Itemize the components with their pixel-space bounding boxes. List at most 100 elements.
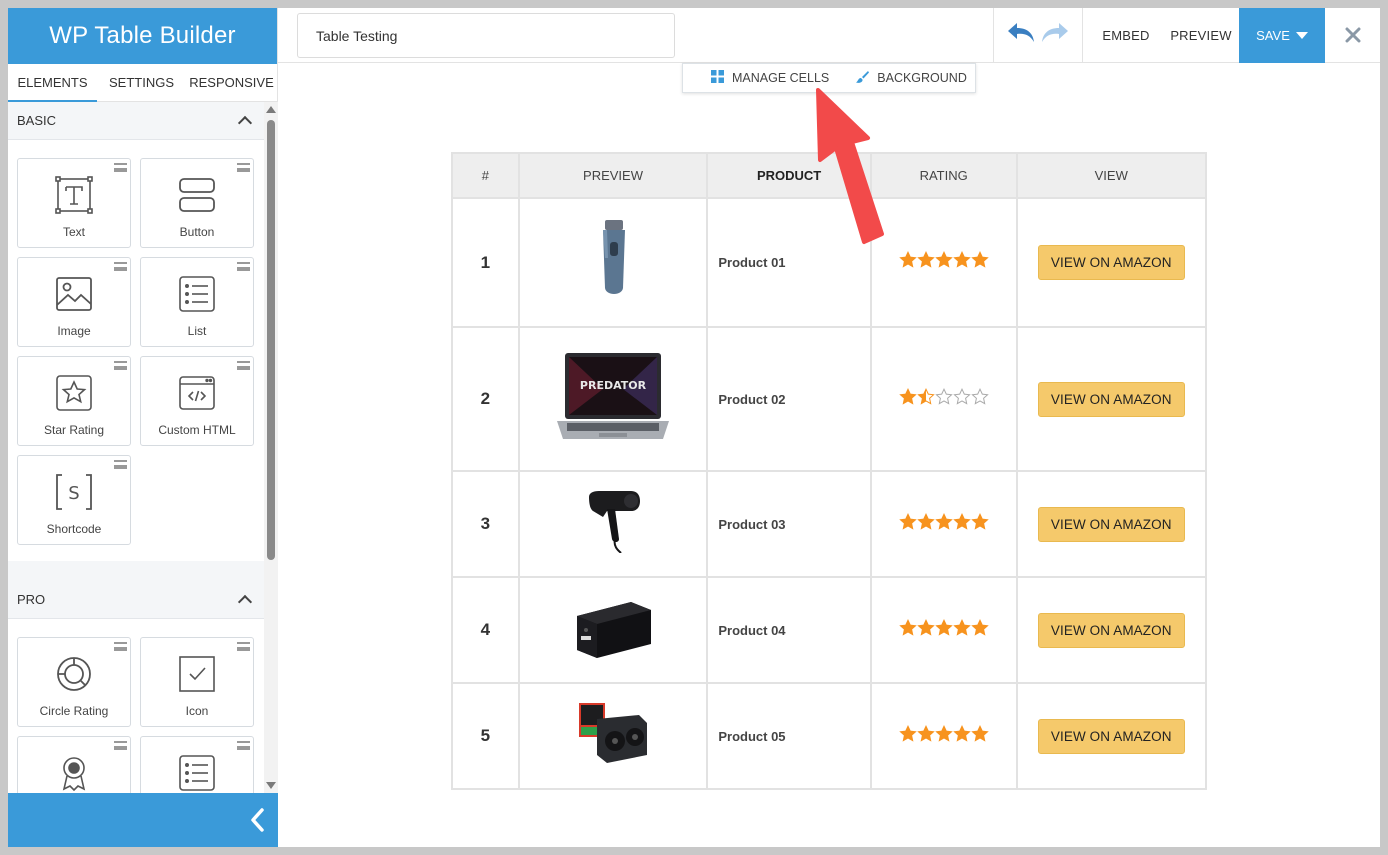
rating-cell[interactable]	[869, 682, 1018, 790]
tab-settings[interactable]: SETTINGS	[97, 64, 186, 101]
drag-handle-icon[interactable]	[114, 361, 127, 370]
tab-elements[interactable]: ELEMENTS	[8, 64, 97, 102]
view-on-amazon-button[interactable]: VIEW ON AMAZON	[1037, 506, 1185, 542]
view-cell: VIEW ON AMAZON	[1015, 197, 1208, 328]
hair-trimmer-image	[593, 220, 633, 306]
view-on-amazon-button[interactable]: VIEW ON AMAZON	[1037, 718, 1185, 754]
chevron-left-icon[interactable]	[248, 807, 268, 833]
element-label: Button	[179, 225, 215, 239]
star-rating	[898, 387, 989, 411]
preview-button[interactable]: PREVIEW	[1164, 8, 1238, 63]
embed-button[interactable]: EMBED	[1090, 8, 1162, 63]
rating-cell[interactable]	[869, 576, 1018, 684]
sidebar-tabs: ELEMENTS SETTINGS RESPONSIVE	[8, 64, 277, 102]
table-row: 4 Product 04 VIEW ON AMAZON	[451, 576, 1208, 684]
undo-redo-group	[994, 8, 1082, 63]
star-half-icon	[916, 387, 935, 411]
scroll-down-icon[interactable]	[266, 782, 276, 789]
drag-handle-icon[interactable]	[237, 361, 250, 370]
section-pro-header[interactable]: PRO	[8, 581, 264, 619]
element-badge[interactable]	[17, 736, 131, 793]
view-on-amazon-button[interactable]: VIEW ON AMAZON	[1037, 612, 1185, 648]
product-name[interactable]: Product 04	[706, 576, 872, 684]
element-icon[interactable]: Icon	[140, 637, 254, 727]
rating-cell[interactable]	[869, 470, 1018, 578]
grid-icon	[711, 70, 724, 86]
rating-cell[interactable]	[869, 197, 1018, 328]
element-image[interactable]: Image	[17, 257, 131, 347]
list-icon	[177, 753, 217, 793]
product-name[interactable]: Product 03	[706, 470, 872, 578]
scroll-thumb[interactable]	[267, 120, 275, 560]
product-name[interactable]: Product 02	[706, 326, 872, 472]
tab-responsive[interactable]: RESPONSIVE	[186, 64, 277, 101]
view-cell: VIEW ON AMAZON	[1015, 682, 1208, 790]
row-number[interactable]: 2	[451, 326, 520, 472]
row-number[interactable]: 1	[451, 197, 520, 328]
header-number[interactable]: #	[451, 152, 520, 199]
view-on-amazon-button[interactable]: VIEW ON AMAZON	[1037, 381, 1185, 417]
element-shortcode[interactable]: S Shortcode	[17, 455, 131, 545]
code-icon	[177, 373, 217, 413]
drag-handle-icon[interactable]	[114, 262, 127, 271]
product-table: # PREVIEW PRODUCT RATING VIEW 1 Product …	[451, 152, 1208, 790]
preview-cell[interactable]	[517, 682, 709, 790]
row-number[interactable]: 4	[451, 576, 520, 684]
sidebar-scrollbar[interactable]	[264, 102, 278, 793]
table-title-input[interactable]	[297, 13, 675, 58]
row-number[interactable]: 3	[451, 470, 520, 578]
preview-cell[interactable]: PREDATOR	[517, 326, 709, 472]
row-number[interactable]: 5	[451, 682, 520, 790]
section-basic-header[interactable]: BASIC	[8, 102, 264, 140]
element-button[interactable]: Button	[140, 158, 254, 248]
star-rating	[898, 724, 989, 748]
text-icon	[54, 175, 94, 215]
button-icon	[177, 175, 217, 215]
chevron-up-icon[interactable]	[237, 115, 253, 131]
manage-cells-label: MANAGE CELLS	[732, 71, 830, 85]
header-view[interactable]: VIEW	[1015, 152, 1208, 199]
redo-icon[interactable]	[1040, 21, 1070, 50]
element-list-pro[interactable]	[140, 736, 254, 793]
element-star-rating[interactable]: Star Rating	[17, 356, 131, 446]
element-label: Text	[62, 225, 85, 239]
star-filled-icon	[952, 251, 971, 274]
element-text[interactable]: Text	[17, 158, 131, 248]
element-list[interactable]: List	[140, 257, 254, 347]
header-rating[interactable]: RATING	[869, 152, 1018, 199]
drag-handle-icon[interactable]	[237, 163, 250, 172]
drag-handle-icon[interactable]	[114, 741, 127, 750]
star-filled-icon	[916, 618, 935, 642]
drag-handle-icon[interactable]	[237, 642, 250, 651]
rating-cell[interactable]	[869, 326, 1018, 472]
view-on-amazon-button[interactable]: VIEW ON AMAZON	[1037, 245, 1185, 280]
view-cell: VIEW ON AMAZON	[1015, 470, 1208, 578]
star-filled-icon	[952, 618, 971, 642]
hair-dryer-image	[585, 490, 641, 557]
graphics-card-image	[577, 702, 649, 771]
save-button[interactable]: SAVE	[1239, 8, 1325, 63]
undo-icon[interactable]	[1006, 21, 1036, 50]
drag-handle-icon[interactable]	[114, 460, 127, 469]
preview-cell[interactable]	[517, 470, 709, 578]
element-custom-html[interactable]: Custom HTML	[140, 356, 254, 446]
close-icon[interactable]	[1338, 20, 1368, 50]
circle-rating-icon	[54, 654, 94, 694]
drag-handle-icon[interactable]	[114, 642, 127, 651]
element-circle-rating[interactable]: Circle Rating	[17, 637, 131, 727]
product-name[interactable]: Product 05	[706, 682, 872, 790]
drag-handle-icon[interactable]	[237, 262, 250, 271]
star-filled-icon	[952, 724, 971, 748]
drag-handle-icon[interactable]	[237, 741, 250, 750]
header-preview[interactable]: PREVIEW	[517, 152, 709, 199]
chevron-up-icon[interactable]	[237, 594, 253, 610]
scroll-up-icon[interactable]	[266, 106, 276, 113]
star-filled-icon	[952, 512, 971, 536]
element-label: List	[187, 324, 207, 338]
image-icon	[54, 274, 94, 314]
drag-handle-icon[interactable]	[114, 163, 127, 172]
star-rating	[898, 251, 989, 274]
preview-cell[interactable]	[517, 197, 709, 328]
preview-cell[interactable]	[517, 576, 709, 684]
star-filled-icon	[916, 724, 935, 748]
